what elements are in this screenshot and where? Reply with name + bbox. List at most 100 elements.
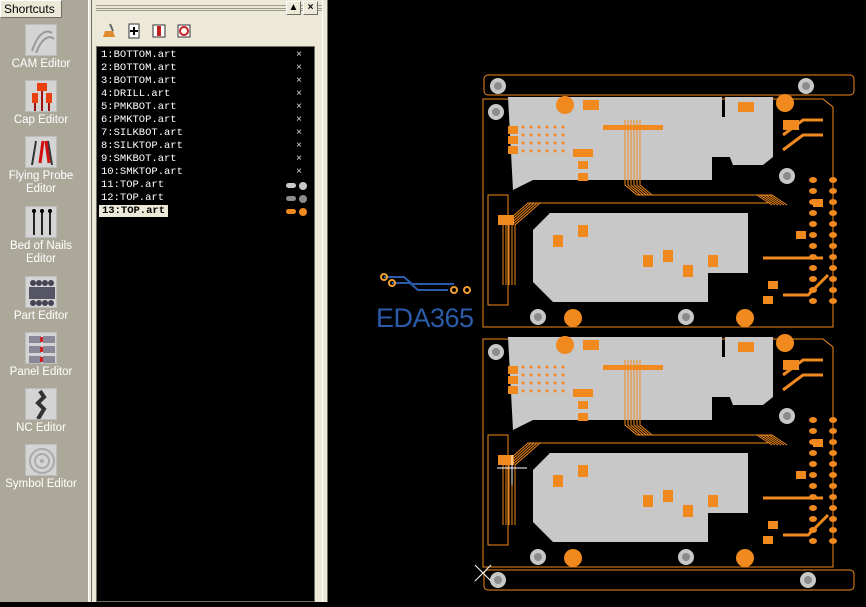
pcb-board bbox=[482, 94, 837, 328]
smd-pad bbox=[508, 386, 518, 394]
shortcut-symbol-editor[interactable]: Symbol Editor bbox=[0, 444, 82, 491]
via bbox=[561, 365, 565, 369]
smd-pad bbox=[508, 126, 518, 134]
connector-pin bbox=[809, 450, 817, 456]
layer-row[interactable]: 13:TOP.art bbox=[99, 205, 312, 218]
connector-pin bbox=[809, 210, 817, 216]
layer-off-toggle[interactable]: × bbox=[296, 62, 302, 75]
layer-row[interactable]: 5:PMKBOT.art × bbox=[99, 101, 312, 114]
connector-pin bbox=[829, 221, 837, 227]
layer-name: 10:SMKTOP.art bbox=[101, 166, 183, 178]
via bbox=[521, 125, 525, 129]
shortcut-bed-of-nails[interactable]: Bed of Nails Editor bbox=[0, 206, 82, 266]
via bbox=[553, 389, 557, 393]
copper-pour bbox=[508, 337, 732, 430]
connector-pin bbox=[829, 428, 837, 434]
layer-row[interactable]: 12:TOP.art bbox=[99, 192, 312, 205]
smd-pad bbox=[583, 149, 593, 157]
via bbox=[521, 141, 525, 145]
layer-row[interactable]: 10:SMKTOP.art × bbox=[99, 166, 312, 179]
add-layer-icon[interactable] bbox=[126, 23, 142, 39]
clear-icon[interactable] bbox=[101, 23, 117, 39]
smd-pad bbox=[738, 342, 754, 352]
via bbox=[521, 373, 525, 377]
layer-on-icon[interactable] bbox=[176, 23, 192, 39]
shortcut-nc-editor[interactable]: NC Editor bbox=[0, 388, 82, 435]
layer-off-toggle[interactable]: × bbox=[296, 140, 302, 153]
via bbox=[561, 373, 565, 377]
via bbox=[553, 141, 557, 145]
layer-color-toggle[interactable] bbox=[286, 182, 310, 190]
shortcut-cam-editor[interactable]: CAM Editor bbox=[0, 24, 82, 71]
restore-button[interactable]: ▲ bbox=[286, 1, 301, 15]
layer-off-toggle[interactable]: × bbox=[296, 127, 302, 140]
connector-pin bbox=[829, 210, 837, 216]
via bbox=[529, 365, 533, 369]
mounting-hole-center bbox=[802, 82, 810, 90]
shortcuts-header[interactable]: Shortcuts bbox=[0, 0, 62, 18]
shortcut-part-editor[interactable]: Part Editor bbox=[0, 276, 82, 323]
connector-pin bbox=[809, 243, 817, 249]
via bbox=[537, 365, 541, 369]
layer-name: 5:PMKBOT.art bbox=[101, 101, 177, 113]
connector-pin bbox=[809, 232, 817, 238]
smd-pad bbox=[508, 366, 518, 374]
connector-pin bbox=[809, 417, 817, 423]
via bbox=[545, 133, 549, 137]
connector-pin bbox=[829, 265, 837, 271]
layer-row[interactable]: 7:SILKBOT.art × bbox=[99, 127, 312, 140]
layer-off-icon[interactable] bbox=[151, 23, 167, 39]
smd-pad bbox=[796, 231, 806, 239]
layer-off-toggle[interactable]: × bbox=[296, 75, 302, 88]
layer-off-toggle[interactable]: × bbox=[296, 114, 302, 127]
layer-row[interactable]: 8:SILKTOP.art × bbox=[99, 140, 312, 153]
component bbox=[708, 255, 718, 267]
layer-off-toggle[interactable]: × bbox=[296, 166, 302, 179]
connector-pin bbox=[809, 298, 817, 304]
layer-off-toggle[interactable]: × bbox=[296, 153, 302, 166]
connector-pin bbox=[829, 527, 837, 533]
via bbox=[537, 149, 541, 153]
connector-pin bbox=[829, 461, 837, 467]
layer-off-toggle[interactable]: × bbox=[296, 49, 302, 62]
watermark-logo: EDA365 bbox=[376, 270, 496, 333]
layer-row[interactable]: 9:SMKBOT.art × bbox=[99, 153, 312, 166]
component bbox=[553, 235, 563, 247]
connector-pin bbox=[829, 538, 837, 544]
layer-name: 11:TOP.art bbox=[101, 179, 165, 191]
component bbox=[663, 490, 673, 502]
via bbox=[561, 389, 565, 393]
layer-off-toggle[interactable]: × bbox=[296, 101, 302, 114]
layer-row[interactable]: 1:BOTTOM.art × bbox=[99, 49, 312, 62]
shortcut-cap-editor[interactable]: Cap Editor bbox=[0, 80, 82, 127]
component bbox=[683, 265, 693, 277]
via bbox=[553, 373, 557, 377]
shortcut-label: Flying Probe Editor bbox=[8, 170, 74, 195]
connector-pin bbox=[829, 494, 837, 500]
ic-pads bbox=[603, 125, 663, 130]
layer-color-dash bbox=[286, 183, 296, 188]
shortcut-label: CAM Editor bbox=[11, 58, 71, 70]
shortcut-flying-probe[interactable]: Flying Probe Editor bbox=[0, 136, 82, 196]
copper-pour bbox=[508, 97, 732, 190]
layer-row[interactable]: 2:BOTTOM.art × bbox=[99, 62, 312, 75]
component bbox=[553, 475, 563, 487]
shortcuts-panel: Shortcuts CAM Editor Cap Editor Flying Pro… bbox=[0, 0, 88, 602]
layer-name: 4:DRILL.art bbox=[101, 88, 171, 100]
layer-off-toggle[interactable]: × bbox=[296, 88, 302, 101]
via bbox=[553, 149, 557, 153]
connector-pin bbox=[829, 243, 837, 249]
layer-row[interactable]: 4:DRILL.art × bbox=[99, 88, 312, 101]
via bbox=[529, 133, 533, 137]
layer-color-toggle[interactable] bbox=[286, 208, 310, 216]
layer-row[interactable]: 3:BOTTOM.art × bbox=[99, 75, 312, 88]
layer-row[interactable]: 11:TOP.art bbox=[99, 179, 312, 192]
layer-color-toggle[interactable] bbox=[286, 195, 310, 203]
smd-pad bbox=[573, 389, 583, 397]
close-button[interactable]: × bbox=[303, 1, 318, 15]
shortcut-panel-editor[interactable]: Panel Editor bbox=[0, 332, 82, 379]
layer-row[interactable]: 6:PMKTOP.art × bbox=[99, 114, 312, 127]
connector-pin bbox=[809, 538, 817, 544]
pcb-canvas[interactable]: EDA365 bbox=[328, 0, 866, 602]
flying-probe-icon bbox=[25, 136, 57, 168]
